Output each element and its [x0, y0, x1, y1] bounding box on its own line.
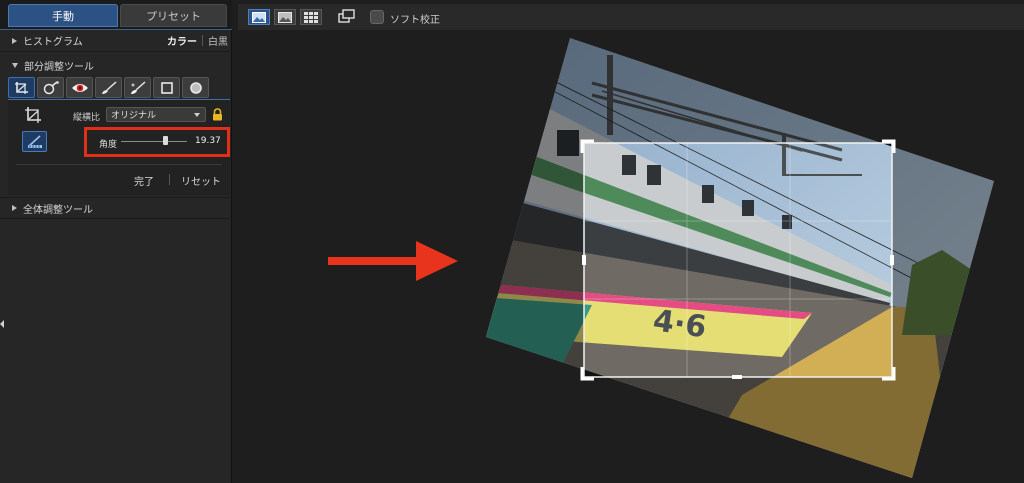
rect-mask-icon — [160, 81, 173, 94]
red-arrow-icon — [328, 241, 458, 281]
straighten-icon — [27, 134, 42, 148]
panel-collapse-icon[interactable] — [0, 320, 4, 328]
color-pick-icon — [43, 80, 59, 94]
global-tools-label: 全体調整ツール — [23, 204, 93, 216]
angle-slider-track[interactable] — [121, 141, 187, 142]
view-toolbar: ソフト校正 — [238, 4, 1024, 30]
grid-view-button[interactable] — [300, 9, 322, 25]
chevron-down-icon — [194, 113, 200, 117]
crop-icon — [25, 107, 41, 123]
brush-icon — [101, 80, 116, 94]
straighten-button[interactable] — [22, 131, 47, 152]
rotate-view-icon[interactable] — [338, 9, 356, 24]
angle-slider-thumb[interactable] — [163, 136, 168, 145]
histogram-label: ヒストグラム — [23, 37, 83, 48]
eraser-brush-tool-button[interactable] — [124, 77, 151, 98]
histogram-color-toggle[interactable]: カラー — [167, 33, 197, 48]
tab-manual[interactable]: 手動 — [8, 4, 118, 27]
grid-view-icon — [304, 11, 318, 23]
divider — [169, 174, 170, 185]
red-eye-icon — [71, 83, 88, 92]
svg-text:4·6: 4·6 — [651, 303, 709, 345]
histogram-mono-toggle[interactable]: 白黒 — [208, 33, 228, 48]
aspect-ratio-value: オリジナル — [111, 111, 157, 121]
angle-value[interactable]: 19.37 — [195, 136, 221, 146]
angle-label: 角度 — [99, 140, 118, 150]
single-view-button[interactable] — [248, 9, 270, 25]
expand-arrow-icon — [12, 37, 17, 44]
crop-tool-button[interactable] — [8, 77, 35, 98]
panel-tabs: 手動 プリセット — [0, 0, 232, 30]
expand-arrow-icon — [12, 205, 17, 211]
local-tools-section-header[interactable]: 部分調整ツール — [0, 54, 232, 76]
global-tools-section-header[interactable]: 全体調整ツール — [0, 197, 232, 219]
done-button[interactable]: 完了 — [134, 173, 154, 188]
crop-straighten-icon — [14, 81, 28, 94]
eraser-brush-icon — [130, 80, 145, 94]
color-pick-tool-button[interactable] — [37, 77, 64, 98]
reset-button[interactable]: リセット — [181, 173, 221, 188]
local-tools-label: 部分調整ツール — [24, 61, 94, 73]
circle-mask-icon — [189, 81, 202, 94]
image-canvas[interactable]: 4·6 — [238, 31, 1024, 483]
single-view-icon — [252, 11, 266, 23]
crop-tool-panel: 縦横比 オリジナル 角度 19.37 完了 リセット — [8, 99, 230, 195]
rotated-photo: 4·6 — [486, 38, 994, 478]
divider — [16, 164, 222, 165]
circle-mask-tool-button[interactable] — [182, 77, 209, 98]
soft-proof-label: ソフト校正 — [390, 15, 440, 26]
compare-view-icon — [278, 11, 292, 23]
rect-mask-tool-button[interactable] — [153, 77, 180, 98]
aspect-ratio-select[interactable]: オリジナル — [106, 107, 206, 122]
angle-highlight-box: 角度 19.37 — [84, 127, 230, 157]
collapse-arrow-icon — [12, 62, 18, 68]
red-eye-tool-button[interactable] — [66, 77, 93, 98]
compare-view-button[interactable] — [274, 9, 296, 25]
left-panel: 手動 プリセット ヒストグラム カラー 白黒 部分調整ツール 縦横比 オリジナル… — [0, 0, 232, 483]
lock-icon[interactable] — [212, 108, 223, 121]
soft-proof-checkbox[interactable] — [370, 10, 384, 24]
aspect-ratio-label: 縦横比 — [73, 113, 101, 123]
tab-preset[interactable]: プリセット — [120, 4, 227, 27]
local-tool-strip — [8, 77, 230, 99]
histogram-section-header[interactable]: ヒストグラム カラー 白黒 — [0, 30, 232, 52]
divider — [202, 35, 203, 46]
brush-tool-button[interactable] — [95, 77, 122, 98]
